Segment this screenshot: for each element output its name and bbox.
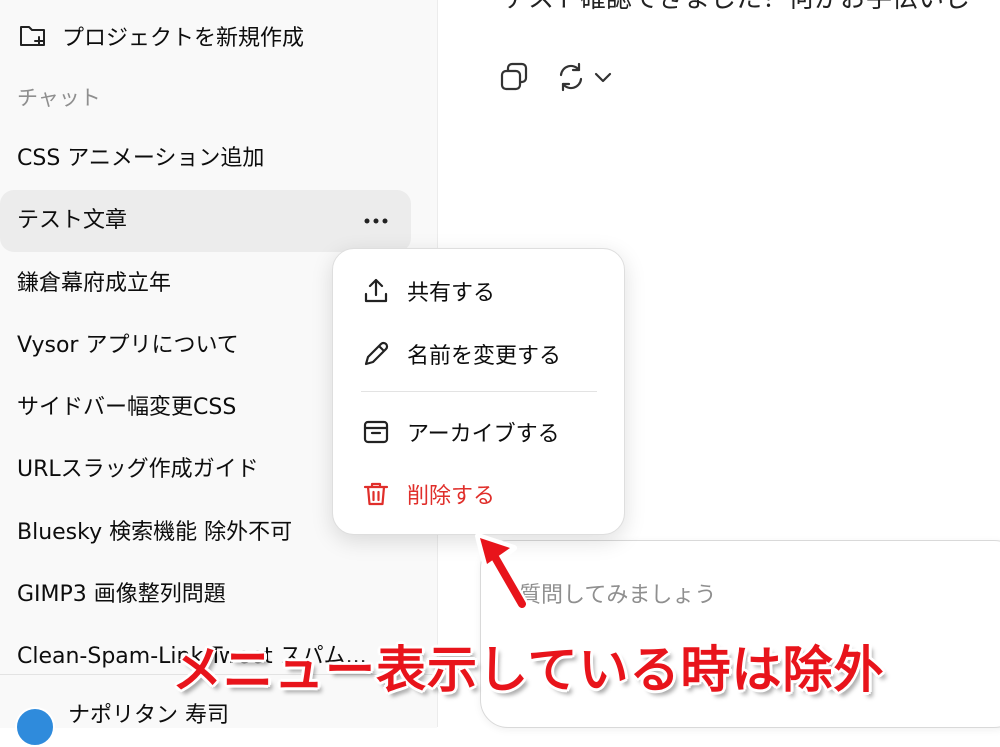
new-project-label: プロジェクトを新規作成: [62, 26, 305, 51]
chat-item-label: サイドバー幅変更CSS: [17, 395, 237, 420]
menu-item-share-label: 共有する: [407, 281, 496, 306]
trash-icon: [363, 482, 389, 506]
menu-item-delete-label: 削除する: [407, 484, 496, 509]
menu-item-rename[interactable]: 名前を変更する: [361, 334, 561, 374]
chat-item-label: URLスラッグ作成ガイド: [17, 457, 259, 482]
chevron-down-icon[interactable]: [592, 60, 614, 94]
menu-item-rename-label: 名前を変更する: [407, 344, 562, 369]
regenerate-icon[interactable]: [554, 60, 588, 94]
chat-item[interactable]: GIMP3 画像整列問題: [0, 564, 411, 626]
copy-icon[interactable]: [498, 60, 532, 94]
chat-item-label: CSS アニメーション追加: [17, 146, 265, 171]
chat-item-label: Bluesky 検索機能 除外不可: [17, 520, 293, 545]
menu-item-share[interactable]: 共有する: [361, 271, 495, 311]
new-project-button[interactable]: プロジェクトを新規作成: [0, 8, 410, 60]
avatar: [15, 707, 55, 747]
menu-item-delete[interactable]: 削除する: [361, 474, 495, 514]
chat-item-label: GIMP3 画像整列問題: [17, 582, 226, 607]
annotation-arrow-icon: [475, 533, 529, 610]
more-options-icon[interactable]: [361, 209, 391, 233]
archive-icon: [363, 420, 389, 444]
chat-item-label: テスト文章: [17, 208, 128, 233]
chat-item-active[interactable]: テスト文章: [0, 190, 411, 252]
annotation-caption: メニュー表示している時は除外: [172, 641, 885, 699]
chat-item-label: Vysor アプリについて: [17, 333, 239, 358]
assistant-message: テスト確認できました！何かお手伝いし: [502, 0, 970, 15]
chat-section-label: チャット: [17, 86, 101, 110]
context-menu: 共有する 名前を変更する アーカイブする 削除する: [332, 248, 625, 535]
pencil-icon: [364, 341, 389, 366]
menu-divider: [361, 391, 597, 392]
folder-plus-icon: [20, 26, 45, 46]
chat-item-label: 鎌倉幕府成立年: [17, 271, 172, 296]
chat-item[interactable]: CSS アニメーション追加: [0, 128, 411, 190]
menu-item-archive-label: アーカイブする: [407, 422, 560, 447]
menu-item-archive[interactable]: アーカイブする: [361, 412, 560, 452]
share-icon: [364, 278, 388, 303]
